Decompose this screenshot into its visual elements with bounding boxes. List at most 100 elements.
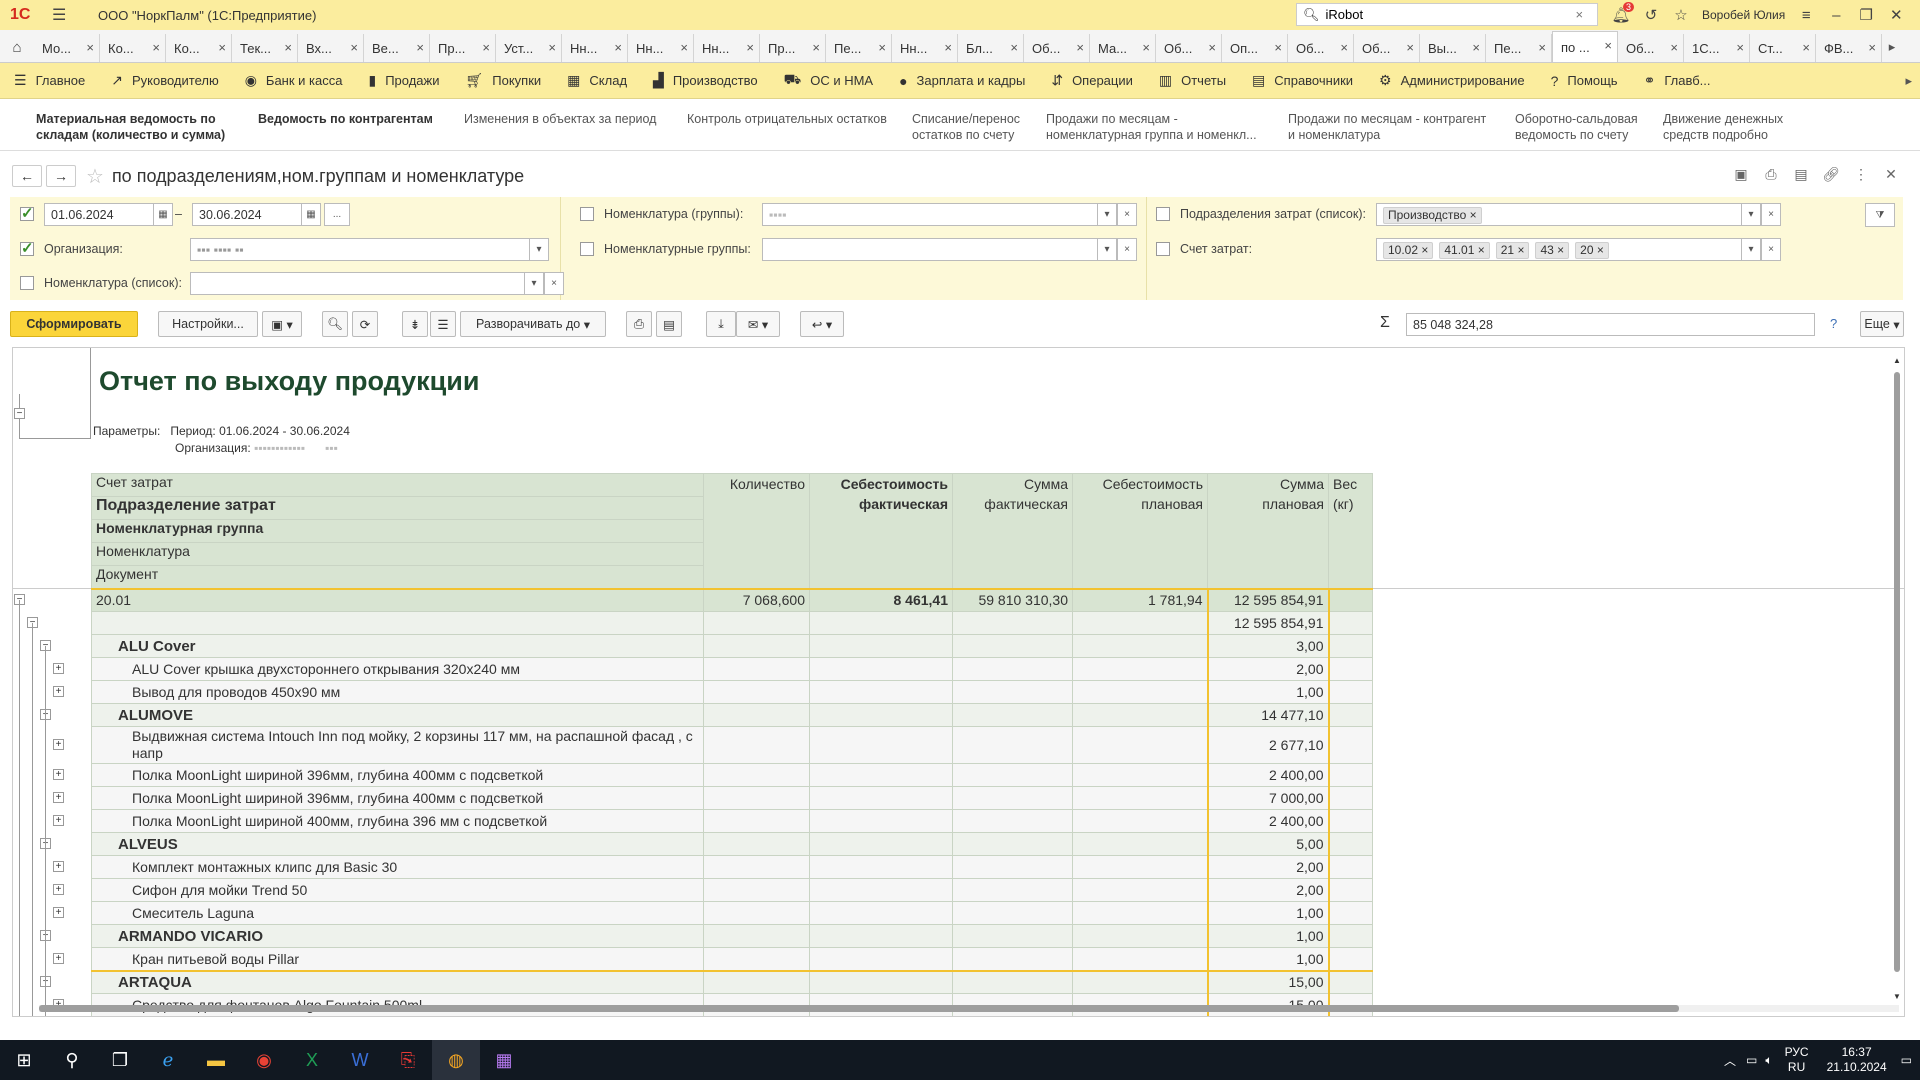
window-tab[interactable]: Мо... × — [34, 34, 100, 62]
expand-row-icon[interactable]: + — [53, 769, 64, 780]
window-tab[interactable]: Пе... × — [826, 34, 892, 62]
window-tab[interactable]: Пр... × — [430, 34, 496, 62]
close-tab-icon[interactable]: × — [482, 40, 490, 55]
close-tab-icon[interactable]: × — [152, 40, 160, 55]
expand-row-icon[interactable]: + — [53, 884, 64, 895]
menu-item-factory[interactable]: ▟ Производство — [639, 72, 770, 89]
scroll-down-icon[interactable]: ▼ — [1893, 992, 1901, 1001]
nom-groups-clear-icon[interactable]: × — [1117, 203, 1137, 226]
window-tab[interactable]: Ко... × — [100, 34, 166, 62]
report-spreadsheet[interactable]: − Отчет по выходу продукции Параметры: П… — [12, 347, 1905, 1017]
close-tab-icon[interactable]: × — [1406, 40, 1414, 55]
quick-link[interactable]: Продажи по месяцам - номенклатурная групп… — [1046, 111, 1257, 143]
word-icon[interactable]: W — [336, 1040, 384, 1080]
help-link[interactable]: ? — [1830, 316, 1837, 331]
excel-icon[interactable]: X — [288, 1040, 336, 1080]
filter-icon[interactable]: ⧩ — [1865, 203, 1895, 227]
account-chip[interactable]: 21 × — [1495, 242, 1530, 259]
expand-row-icon[interactable]: + — [53, 792, 64, 803]
expand-row-icon[interactable]: + — [53, 663, 64, 674]
menu-item-operations[interactable]: ⇵ Операции — [1037, 72, 1145, 89]
start-icon[interactable]: ⊞ — [0, 1040, 48, 1080]
nom-groups-checkbox[interactable] — [580, 207, 594, 221]
chrome-icon[interactable]: ◉ — [240, 1040, 288, 1080]
window-tab[interactable]: Пр... × — [760, 34, 826, 62]
preview-icon[interactable]: ▤ — [1786, 166, 1816, 183]
settings-menu-icon[interactable]: ≡ — [1791, 7, 1821, 24]
nom-groups-field[interactable]: ▪▪▪▪ — [762, 203, 1098, 226]
menu-item-hamburger[interactable]: ☰ Главное — [0, 72, 97, 89]
nom-groups2-dropdown-icon[interactable]: ▾ — [1097, 238, 1117, 261]
organization-dropdown-icon[interactable]: ▾ — [529, 238, 549, 261]
menu-item-trend[interactable]: ↗ Руководителю — [97, 72, 230, 89]
clock[interactable]: 16:37 21.10.2024 — [1827, 1045, 1887, 1075]
close-tab-icon[interactable]: × — [1604, 38, 1612, 53]
menu-item-link[interactable]: ⚭ Главб... — [1630, 72, 1723, 89]
date-to-field[interactable]: 30.06.2024 — [192, 203, 302, 226]
dept-dropdown-icon[interactable]: ▾ — [1741, 203, 1761, 226]
send-email-icon[interactable]: ✉ ▾ — [736, 311, 780, 337]
menu-item-person[interactable]: ● Зарплата и кадры — [885, 73, 1037, 89]
window-tab[interactable]: Об... × — [1156, 34, 1222, 62]
network-icon[interactable]: ▭ — [1746, 1053, 1757, 1067]
account-chip[interactable]: 41.01 × — [1439, 242, 1490, 259]
language-indicator[interactable]: РУС RU — [1785, 1045, 1809, 1075]
window-tab[interactable]: Вы... × — [1420, 34, 1486, 62]
calendar-to-icon[interactable]: ▦ — [301, 203, 321, 226]
clear-search-icon[interactable]: × — [1576, 7, 1584, 22]
quick-link[interactable]: Материальная ведомость по складам (количе… — [36, 111, 225, 143]
scroll-thumb[interactable] — [1894, 372, 1900, 972]
table-row[interactable]: ALVEUS 5,00 — [91, 832, 1373, 856]
dept-chip[interactable]: Производство × — [1383, 207, 1482, 224]
table-row[interactable]: 12 595 854,91 — [91, 611, 1373, 635]
close-tab-icon[interactable]: × — [812, 40, 820, 55]
notification-center-icon[interactable]: ▭ — [1901, 1053, 1912, 1067]
close-tab-icon[interactable]: × — [680, 40, 688, 55]
table-row[interactable]: Полка MoonLight шириной 396мм, глубина 4… — [91, 763, 1373, 787]
menu-item-book[interactable]: ▤ Справочники — [1238, 72, 1365, 89]
expand-groups-icon[interactable]: ☰ — [430, 311, 456, 337]
window-tab[interactable]: Нн... × — [628, 34, 694, 62]
quick-link[interactable]: Списание/перенос остатков по счету — [912, 111, 1020, 143]
table-row[interactable]: Вывод для проводов 450х90 мм 1,00 — [91, 680, 1373, 704]
more-actions-icon[interactable]: ⋮ — [1846, 166, 1876, 183]
table-row[interactable]: ALU Cover крышка двухстороннего открыван… — [91, 657, 1373, 681]
expand-row-icon[interactable]: + — [53, 815, 64, 826]
tray-arrow-icon[interactable]: ︿ — [1724, 1052, 1736, 1069]
quick-link[interactable]: Контроль отрицательных остатков — [687, 111, 887, 127]
nomenclature-list-checkbox[interactable] — [20, 276, 34, 290]
close-tab-icon[interactable]: × — [1802, 40, 1810, 55]
menu-item-gear[interactable]: ⚙ Администрирование — [1365, 72, 1537, 89]
window-tab[interactable]: Об... × — [1288, 34, 1354, 62]
window-tab[interactable]: Ве... × — [364, 34, 430, 62]
account-checkbox[interactable] — [1156, 242, 1170, 256]
organization-checkbox[interactable] — [20, 239, 34, 257]
menu-item-bag[interactable]: ▮ Продажи — [354, 72, 451, 89]
account-chip[interactable]: 20 × — [1575, 242, 1609, 259]
close-tab-icon[interactable]: × — [1670, 40, 1678, 55]
user-name[interactable]: Воробей Юлия — [1702, 8, 1785, 22]
menu-item-chart[interactable]: ▥ Отчеты — [1145, 72, 1238, 89]
window-tab[interactable]: ФВ... × — [1816, 34, 1882, 62]
nomenclature-list-field[interactable] — [190, 272, 525, 295]
organization-field[interactable]: ▪▪▪ ▪▪▪▪ ▪▪ — [190, 238, 530, 261]
dept-clear-icon[interactable]: × — [1761, 203, 1781, 226]
more-button[interactable]: Еще ▾ — [1860, 311, 1904, 337]
close-tab-icon[interactable]: × — [1340, 40, 1348, 55]
nom-groups2-clear-icon[interactable]: × — [1117, 238, 1137, 261]
menu-item-warehouse[interactable]: ▦ Склад — [553, 72, 639, 89]
go-to-icon[interactable]: ↩ ▾ — [800, 311, 844, 337]
favorite-star-icon[interactable]: ☆ — [86, 164, 104, 189]
horizontal-scrollbar[interactable] — [39, 1005, 1899, 1012]
close-tab-icon[interactable]: × — [86, 40, 94, 55]
home-icon[interactable]: ⌂ — [0, 32, 34, 62]
close-tab-icon[interactable]: × — [284, 40, 292, 55]
menu-item-cart[interactable]: 🛒︎ Покупки — [451, 72, 553, 89]
window-tab[interactable]: Тек... × — [232, 34, 298, 62]
account-chip[interactable]: 43 × — [1535, 242, 1570, 259]
menu-item-question[interactable]: ? Помощь — [1537, 73, 1630, 89]
volume-icon[interactable]: 🔈︎ — [1765, 1053, 1772, 1068]
hscroll-thumb[interactable] — [39, 1005, 1679, 1012]
window-tab[interactable]: Бл... × — [958, 34, 1024, 62]
generate-button[interactable]: Сформировать — [10, 311, 138, 337]
